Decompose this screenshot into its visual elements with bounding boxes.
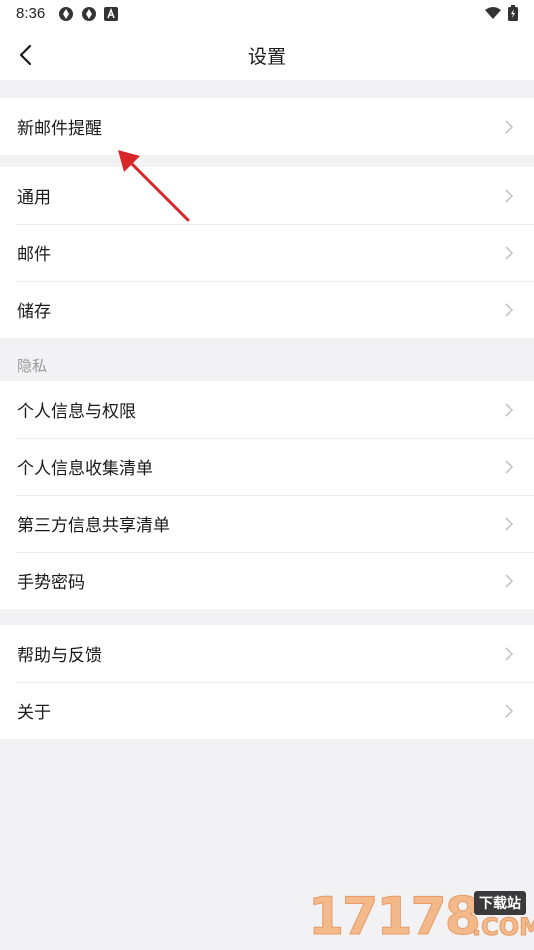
annotation-arrow-icon [118, 150, 190, 222]
chevron-right-icon [505, 703, 514, 718]
nav-bar: 设置 [0, 28, 534, 80]
settings-item-mail[interactable]: 邮件 [0, 224, 534, 281]
chevron-right-icon [505, 516, 514, 531]
app-a-icon [104, 7, 118, 21]
status-icons-right [484, 5, 518, 21]
chevron-right-icon [505, 573, 514, 588]
settings-item-storage[interactable]: 储存 [0, 281, 534, 338]
settings-item-new-mail-notification[interactable]: 新邮件提醒 [0, 98, 534, 155]
settings-item-label: 帮助与反馈 [17, 646, 102, 665]
chevron-right-icon [505, 188, 514, 203]
status-icons-left [58, 6, 118, 22]
chevron-right-icon [505, 302, 514, 317]
chevron-right-icon [505, 459, 514, 474]
settings-item-help-feedback[interactable]: 帮助与反馈 [0, 625, 534, 682]
watermark-logo: 17178 下载站 .COM [308, 883, 534, 950]
aperture-icon [59, 7, 73, 21]
wifi-icon [485, 7, 501, 19]
status-bar: 8:36 [0, 0, 534, 28]
settings-item-third-party-sharing[interactable]: 第三方信息共享清单 [0, 495, 534, 552]
settings-group-privacy: 个人信息与权限 个人信息收集清单 第三方信息共享清单 手势密码 [0, 381, 534, 609]
settings-item-personal-info-list[interactable]: 个人信息收集清单 [0, 438, 534, 495]
settings-group-help: 帮助与反馈 关于 [0, 625, 534, 739]
chevron-right-icon [505, 402, 514, 417]
chevron-right-icon [505, 245, 514, 260]
settings-item-label: 手势密码 [17, 573, 85, 592]
settings-item-label: 关于 [17, 703, 51, 722]
settings-item-gesture-password[interactable]: 手势密码 [0, 552, 534, 609]
watermark-digits: 17178 [308, 887, 482, 948]
settings-item-label: 通用 [17, 188, 51, 207]
settings-item-label: 邮件 [17, 245, 51, 264]
settings-item-personal-info-permissions[interactable]: 个人信息与权限 [0, 381, 534, 438]
settings-item-label: 个人信息与权限 [17, 402, 136, 421]
settings-item-label: 新邮件提醒 [17, 119, 102, 138]
watermark-badge: 下载站 [474, 891, 526, 915]
settings-group-notifications: 新邮件提醒 [0, 98, 534, 155]
status-time: 8:36 [16, 5, 46, 22]
settings-item-label: 储存 [17, 302, 51, 321]
chevron-right-icon [505, 119, 514, 134]
settings-item-label: 个人信息收集清单 [17, 459, 153, 478]
settings-item-about[interactable]: 关于 [0, 682, 534, 739]
watermark-suffix: .COM [471, 913, 534, 942]
settings-item-label: 第三方信息共享清单 [17, 516, 170, 535]
section-header-privacy: 隐私 [17, 358, 48, 375]
settings-item-general[interactable]: 通用 [0, 167, 534, 224]
settings-group-general: 通用 邮件 储存 [0, 167, 534, 338]
chevron-right-icon [505, 646, 514, 661]
battery-charging-icon [508, 5, 518, 21]
page-title: 设置 [247, 47, 286, 68]
aperture-icon [82, 7, 96, 21]
